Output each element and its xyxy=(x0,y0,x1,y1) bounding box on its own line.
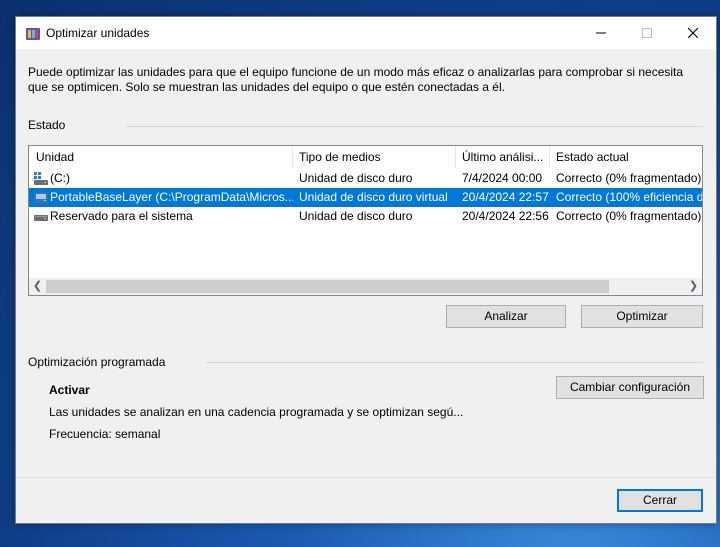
drive-last-analysis: 20/4/2024 22:56 xyxy=(462,209,549,223)
scrollbar-thumb[interactable] xyxy=(46,280,609,293)
minimize-button[interactable] xyxy=(578,17,624,49)
drive-name: Reservado para el sistema xyxy=(50,209,193,223)
intro-text: Puede optimizar las unidades para que el… xyxy=(28,65,684,94)
optimize-button[interactable]: Optimizar xyxy=(581,305,703,328)
status-group-divider xyxy=(126,126,703,127)
drive-last-analysis: 20/4/2024 22:57 xyxy=(462,190,549,204)
column-header-last-analysis[interactable]: Último análisi... xyxy=(456,146,550,168)
schedule-state: Activar xyxy=(49,383,90,397)
scheduled-group-label: Optimización programada xyxy=(28,355,166,369)
maximize-button[interactable] xyxy=(624,17,670,49)
drive-media-type: Unidad de disco duro xyxy=(299,209,413,223)
scroll-right-icon[interactable]: ❯ xyxy=(685,278,702,295)
drives-list[interactable]: Unidad Tipo de medios Último análisi... … xyxy=(28,145,703,296)
drive-name: PortableBaseLayer (C:\ProgramData\Micros… xyxy=(50,190,293,204)
change-settings-button[interactable]: Cambiar configuración xyxy=(556,376,704,399)
drive-media-type: Unidad de disco duro xyxy=(299,171,413,185)
drives-list-header: Unidad Tipo de medios Último análisi... … xyxy=(29,146,702,168)
close-window-button[interactable] xyxy=(670,17,716,49)
defrag-app-icon xyxy=(26,28,40,40)
maximize-icon xyxy=(642,28,652,38)
schedule-description: Las unidades se analizan en una cadencia… xyxy=(49,405,464,419)
drive-row[interactable]: (C:) Unidad de disco duro 7/4/2024 00:00… xyxy=(29,169,702,188)
drive-current-state: Correcto (100% eficiencia d xyxy=(556,190,702,204)
minimize-icon xyxy=(596,32,606,34)
analyze-button[interactable]: Analizar xyxy=(446,305,566,328)
column-header-media-type[interactable]: Tipo de medios xyxy=(293,146,456,168)
optimize-drives-window: Optimizar unidades Puede optimizar las u… xyxy=(15,16,717,524)
title-bar[interactable]: Optimizar unidades xyxy=(16,17,716,49)
footer-divider xyxy=(16,477,716,478)
close-icon xyxy=(688,28,698,38)
drive-row-selected[interactable]: PortableBaseLayer (C:\ProgramData\Micros… xyxy=(29,188,702,207)
drive-current-state: Correcto (0% fragmentado) xyxy=(556,209,702,223)
column-header-current-state[interactable]: Estado actual xyxy=(550,146,702,168)
window-title: Optimizar unidades xyxy=(46,26,150,40)
schedule-frequency: Frecuencia: semanal xyxy=(49,427,161,441)
drive-current-state: Correcto (0% fragmentado) xyxy=(556,171,702,185)
status-group-label: Estado xyxy=(28,118,66,132)
scheduled-group-divider xyxy=(206,362,703,363)
drive-media-type: Unidad de disco duro virtual xyxy=(299,190,448,204)
drive-last-analysis: 7/4/2024 00:00 xyxy=(462,171,543,185)
column-header-drive[interactable]: Unidad xyxy=(29,146,293,168)
scroll-left-icon[interactable]: ❮ xyxy=(29,278,46,295)
drive-row[interactable]: Reservado para el sistema Unidad de disc… xyxy=(29,207,702,226)
close-button[interactable]: Cerrar xyxy=(617,489,703,512)
drive-name: (C:) xyxy=(50,171,70,185)
horizontal-scrollbar[interactable]: ❮ ❯ xyxy=(29,278,702,295)
